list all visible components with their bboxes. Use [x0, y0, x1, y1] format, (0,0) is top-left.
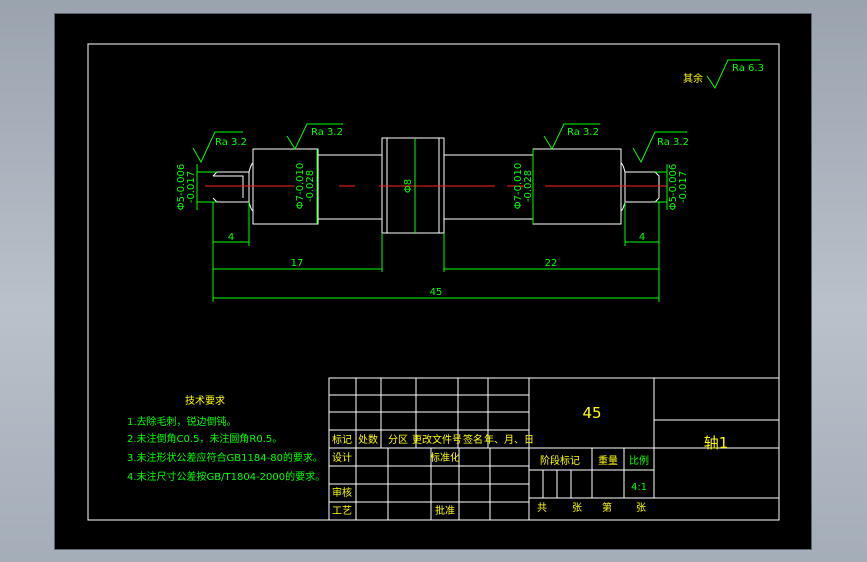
label-sheets: 张: [572, 502, 582, 514]
rev-header-doc: 更改文件号: [412, 433, 462, 446]
label-approve: 批准: [435, 504, 455, 517]
tech-req-item-2: 2.未注倒角C0.5，未注圆角R0.5。: [127, 432, 282, 445]
dim-right-end-length: 4: [639, 232, 645, 243]
rev-header-count: 处数: [358, 433, 378, 446]
svg-text:Ra 3.2: Ra 3.2: [311, 127, 343, 138]
svg-text:Ra 3.2: Ra 3.2: [215, 137, 247, 148]
label-process: 工艺: [332, 505, 352, 517]
roughness-symbol-right-end: Ra 3.2: [632, 131, 689, 164]
label-stage-mark: 阶段标记: [540, 454, 580, 467]
tech-req-item-3: 3.未注形状公差应符合GB1184-80的要求。: [127, 451, 323, 464]
label-review: 审核: [332, 486, 352, 499]
roughness-symbol-right-journal: Ra 3.2: [543, 123, 600, 151]
dim-right-section: 22: [545, 258, 558, 269]
diameter-label-right-journal: Φ7-0.010-0.028: [513, 163, 534, 209]
tech-req-item-1: 1.去除毛刺，锐边倒钝。: [127, 415, 237, 428]
rev-header-zone: 分区: [388, 434, 408, 446]
label-page-no: 第: [602, 501, 612, 514]
diameter-label-left-end: Φ5-0.006-0.017: [176, 164, 197, 210]
label-design: 设计: [332, 451, 352, 464]
technical-drawing: Φ5-0.006-0.017 Φ7-0.010-0.028 Φ8 Φ7-0.01…: [87, 43, 780, 521]
roughness-symbol-general: 其余 Ra 6.3: [683, 59, 764, 90]
dim-left-section: 17: [291, 258, 304, 269]
roughness-symbol-left-journal: Ra 3.2: [286, 123, 343, 151]
rev-header-mark: 标记: [332, 434, 352, 446]
diameter-label-collar: Φ8: [403, 179, 414, 193]
material: 45: [582, 404, 601, 422]
cad-viewport[interactable]: Φ5-0.006-0.017 Φ7-0.010-0.028 Φ8 Φ7-0.01…: [55, 14, 811, 549]
label-weight: 重量: [598, 454, 618, 467]
svg-text:Ra 3.2: Ra 3.2: [657, 137, 689, 148]
roughness-symbol-left-end: Ra 3.2: [192, 131, 247, 164]
diameter-label-right-end: Φ5-0.006-0.017: [668, 164, 689, 210]
label-standardize: 标准化: [430, 451, 460, 464]
rev-header-sign: 签名: [463, 433, 483, 446]
diameter-label-left-journal: Φ7-0.010-0.028: [295, 163, 316, 209]
technical-requirements: 技术要求 1.去除毛刺，锐边倒钝。 2.未注倒角C0.5，未注圆角R0.5。 3…: [127, 394, 325, 483]
tech-req-item-4: 4.未注尺寸公差按GB/T1804-2000的要求。: [127, 470, 325, 483]
svg-text:其余: 其余: [683, 72, 703, 85]
tech-req-title: 技术要求: [185, 394, 225, 407]
drawing-border: [87, 43, 780, 521]
dim-left-end-length: 4: [228, 232, 234, 243]
label-total: 共: [537, 502, 547, 514]
dim-overall: 45: [430, 287, 443, 298]
svg-text:Ra 3.2: Ra 3.2: [567, 127, 599, 138]
label-sheet-unit: 张: [636, 502, 646, 514]
scale-value: 4:1: [631, 482, 647, 493]
rev-header-date: 年、月、日: [484, 433, 534, 446]
svg-text:Ra 6.3: Ra 6.3: [732, 63, 764, 74]
part-name: 轴1: [704, 434, 729, 452]
label-scale: 比例: [629, 454, 649, 467]
